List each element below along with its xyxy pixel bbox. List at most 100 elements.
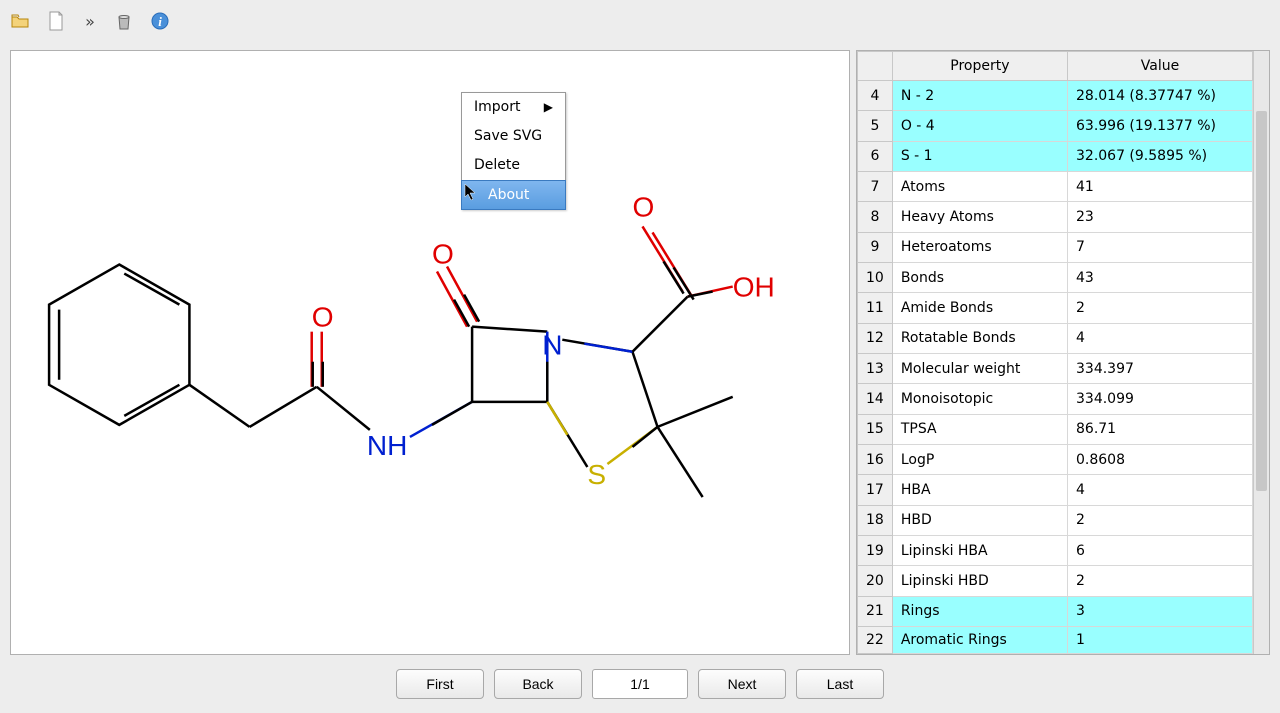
cell-property: HBA [892,475,1067,505]
table-row[interactable]: 15TPSA86.71 [858,414,1253,444]
atom-OH: OH [733,272,775,303]
cell-value: 4 [1068,323,1253,353]
table-row[interactable]: 19Lipinski HBA6 [858,535,1253,565]
atom-O3: O [632,191,654,222]
row-number: 12 [858,323,893,353]
row-number: 16 [858,444,893,474]
first-button[interactable]: First [396,669,484,699]
cell-property: Lipinski HBA [892,535,1067,565]
menu-label: About [488,187,529,203]
row-number: 14 [858,384,893,414]
cell-property: S - 1 [892,141,1067,171]
table-row[interactable]: 7Atoms41 [858,171,1253,201]
back-button[interactable]: Back [494,669,582,699]
context-menu: Import ▶ Save SVG Delete About [461,92,566,210]
svg-text:i: i [158,14,162,29]
menu-save-svg[interactable]: Save SVG [462,122,565,151]
row-number: 19 [858,535,893,565]
cell-value: 6 [1068,535,1253,565]
cell-value: 0.8608 [1068,444,1253,474]
menu-label: Save SVG [474,128,542,144]
cell-value: 32.067 (9.5895 %) [1068,141,1253,171]
atom-N: N [542,330,562,361]
cell-property: Molecular weight [892,353,1067,383]
cell-property: Rotatable Bonds [892,323,1067,353]
chevron-right-icon: ▶ [544,100,553,114]
row-number: 6 [858,141,893,171]
cell-property: Heavy Atoms [892,202,1067,232]
atom-O2: O [432,239,454,270]
table-row[interactable]: 5O - 463.996 (19.1377 %) [858,111,1253,141]
cell-value: 2 [1068,566,1253,596]
menu-delete[interactable]: Delete [462,151,565,180]
col-property[interactable]: Property [892,52,1067,81]
row-number: 13 [858,353,893,383]
cell-value: 1 [1068,627,1253,654]
cell-property: HBD [892,505,1067,535]
table-row[interactable]: 8Heavy Atoms23 [858,202,1253,232]
cell-value: 334.099 [1068,384,1253,414]
info-icon[interactable]: i [148,9,172,33]
row-number: 17 [858,475,893,505]
col-rownum[interactable] [858,52,893,81]
table-row[interactable]: 13Molecular weight334.397 [858,353,1253,383]
cell-property: O - 4 [892,111,1067,141]
cell-property: LogP [892,444,1067,474]
table-row[interactable]: 16LogP0.8608 [858,444,1253,474]
next-button[interactable]: Next [698,669,786,699]
table-row[interactable]: 9Heteroatoms7 [858,232,1253,262]
cell-property: Aromatic Rings [892,627,1067,654]
table-row[interactable]: 18HBD2 [858,505,1253,535]
cell-property: Lipinski HBD [892,566,1067,596]
page-input[interactable] [592,669,688,699]
table-row[interactable]: 20Lipinski HBD2 [858,566,1253,596]
cell-value: 7 [1068,232,1253,262]
cell-value: 4 [1068,475,1253,505]
cell-value: 63.996 (19.1377 %) [1068,111,1253,141]
table-row[interactable]: 14Monoisotopic334.099 [858,384,1253,414]
row-number: 22 [858,627,893,654]
table-row[interactable]: 10Bonds43 [858,262,1253,292]
scrollbar-thumb[interactable] [1256,111,1267,491]
cell-property: Atoms [892,171,1067,201]
row-number: 11 [858,293,893,323]
row-number: 18 [858,505,893,535]
overflow-icon[interactable]: » [80,9,100,33]
scrollbar-vertical[interactable] [1253,51,1269,654]
document-icon[interactable] [44,9,68,33]
molecule-canvas[interactable]: O NH O N S O OH Import ▶ Save SVG [10,50,850,655]
cell-value: 334.397 [1068,353,1253,383]
menu-import[interactable]: Import ▶ [462,93,565,122]
cell-value: 2 [1068,293,1253,323]
table-row[interactable]: 12Rotatable Bonds4 [858,323,1253,353]
menu-about[interactable]: About [461,180,566,210]
atom-S: S [587,459,606,490]
row-number: 9 [858,232,893,262]
table-row[interactable]: 17HBA4 [858,475,1253,505]
row-number: 15 [858,414,893,444]
cell-property: Rings [892,596,1067,626]
row-number: 10 [858,262,893,292]
last-button[interactable]: Last [796,669,884,699]
toolbar: » i [0,0,1280,42]
table-row[interactable]: 6S - 132.067 (9.5895 %) [858,141,1253,171]
row-number: 8 [858,202,893,232]
table-row[interactable]: 22Aromatic Rings1 [858,627,1253,654]
table-row[interactable]: 11Amide Bonds2 [858,293,1253,323]
table-row[interactable]: 4N - 228.014 (8.37747 %) [858,81,1253,111]
cell-property: Amide Bonds [892,293,1067,323]
cursor-icon [464,183,478,201]
cell-property: TPSA [892,414,1067,444]
atom-NH: NH [367,430,408,461]
row-number: 5 [858,111,893,141]
cell-value: 3 [1068,596,1253,626]
cell-value: 43 [1068,262,1253,292]
table-row[interactable]: 21Rings3 [858,596,1253,626]
cell-value: 41 [1068,171,1253,201]
open-file-icon[interactable] [8,9,32,33]
navigation-bar: First Back Next Last [10,655,1270,703]
cell-value: 2 [1068,505,1253,535]
delete-icon[interactable] [112,9,136,33]
row-number: 21 [858,596,893,626]
col-value[interactable]: Value [1068,52,1253,81]
